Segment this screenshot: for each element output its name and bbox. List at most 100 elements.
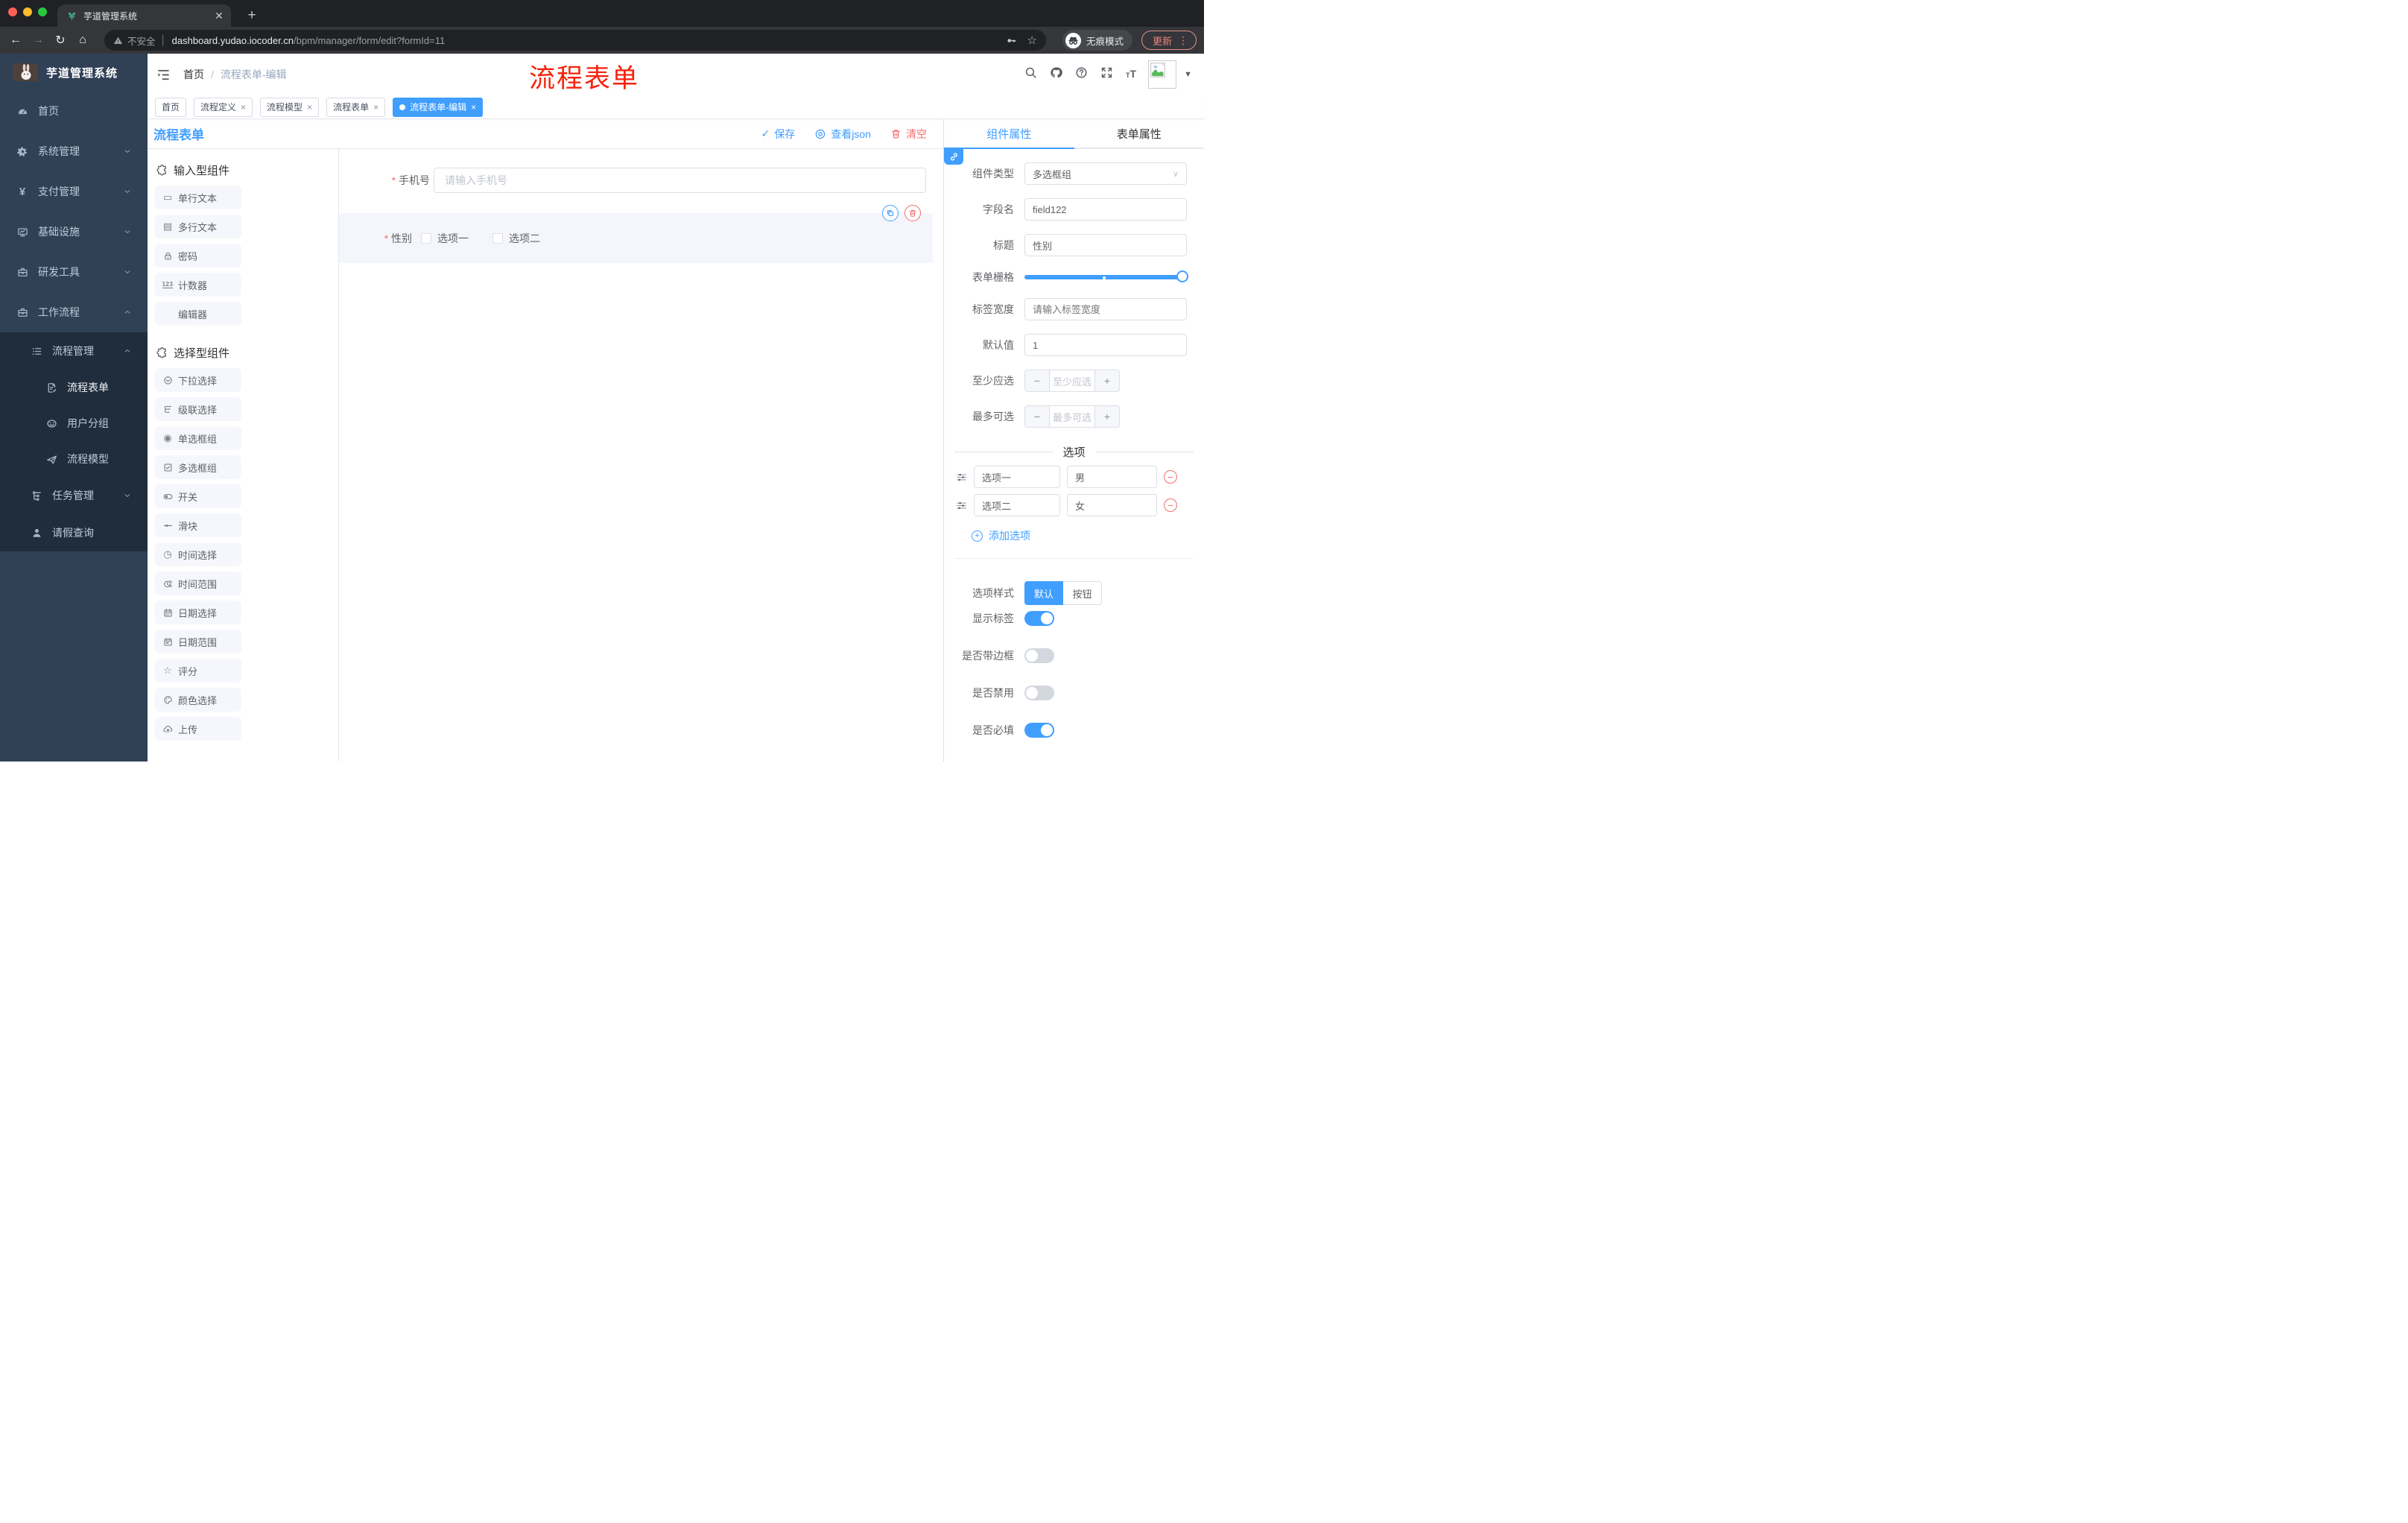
option-name-input[interactable] (974, 466, 1060, 488)
update-button[interactable]: 更新 ⋮ (1141, 31, 1197, 50)
checkbox[interactable] (421, 232, 431, 244)
sidebar-item-请假查询[interactable]: 请假查询 (0, 514, 148, 551)
style-default-button[interactable]: 默认 (1024, 581, 1063, 605)
sidebar-item-支付管理[interactable]: ¥ 支付管理 (0, 171, 148, 212)
component-级联选择[interactable]: 级联选择 (155, 397, 241, 421)
component-单选框组[interactable]: ◉ 单选框组 (155, 426, 241, 450)
toggle-switch[interactable] (1024, 648, 1054, 663)
gender-field-row-selected[interactable]: 性别 选项一 选项二 (339, 205, 933, 263)
drag-handle-icon[interactable] (956, 472, 967, 483)
fullscreen-button[interactable] (1100, 66, 1113, 83)
component-下拉选择[interactable]: 下拉选择 (155, 368, 241, 392)
default-value-input[interactable] (1024, 334, 1187, 356)
remove-option-button[interactable]: − (1164, 498, 1177, 512)
tag-close-icon[interactable]: × (373, 102, 378, 113)
plus-button[interactable]: + (1094, 406, 1119, 427)
address-bar[interactable]: 不安全 | dashboard.yudao.iocoder.cn/bpm/man… (104, 30, 1046, 51)
link-chain-icon[interactable] (944, 149, 963, 165)
field-name-input[interactable] (1024, 198, 1187, 221)
component-上传[interactable]: 上传 (155, 717, 241, 741)
toggle-switch[interactable] (1024, 611, 1054, 626)
component-计数器[interactable]: 123 计数器 (155, 273, 241, 297)
gender-option-选项二[interactable]: 选项二 (492, 231, 540, 246)
plus-button[interactable]: + (1094, 370, 1119, 391)
phone-field-row[interactable]: 手机号 (339, 168, 943, 193)
component-多行文本[interactable]: ▤ 多行文本 (155, 215, 241, 238)
option-name-input[interactable] (974, 494, 1060, 516)
bookmark-star-icon[interactable]: ☆ (1027, 34, 1037, 47)
sidebar-item-研发工具[interactable]: 研发工具 (0, 252, 148, 292)
component-时间选择[interactable]: ◷ 时间选择 (155, 542, 241, 566)
forward-icon[interactable]: → (27, 30, 49, 51)
label-width-input[interactable] (1024, 298, 1187, 320)
component-日期选择[interactable]: 日期选择 (155, 601, 241, 624)
breadcrumb-home[interactable]: 首页 (183, 67, 204, 82)
security-label[interactable]: 不安全 (127, 34, 156, 48)
component-评分[interactable]: ☆ 评分 (155, 659, 241, 683)
tag-流程表单-编辑[interactable]: 流程表单-编辑 × (393, 97, 484, 117)
search-button[interactable] (1024, 66, 1037, 83)
component-颜色选择[interactable]: 颜色选择 (155, 688, 241, 712)
tag-流程模型[interactable]: 流程模型 × (260, 97, 320, 117)
tag-close-icon[interactable]: × (241, 102, 246, 113)
avatar[interactable] (1148, 60, 1177, 89)
component-开关[interactable]: 开关 (155, 484, 241, 508)
tab-component-props[interactable]: 组件属性 (944, 119, 1074, 149)
grid-slider[interactable] (1024, 270, 1188, 283)
font-size-button[interactable]: TT (1126, 68, 1136, 81)
tag-流程定义[interactable]: 流程定义 × (194, 97, 253, 117)
tag-首页[interactable]: 首页 (155, 97, 187, 117)
view-json-button[interactable]: 查看json (814, 127, 871, 142)
component-编辑器[interactable]: 编辑器 (155, 302, 241, 326)
component-type-select[interactable]: 多选框组 ∨ (1024, 162, 1187, 185)
save-button[interactable]: ✓ 保存 (761, 127, 796, 142)
not-secure-warning-icon[interactable] (113, 36, 123, 45)
tab-form-props[interactable]: 表单属性 (1074, 119, 1205, 148)
form-canvas[interactable]: 手机号 性别 选项一 选项二 (339, 149, 943, 762)
minus-button[interactable]: − (1025, 406, 1050, 427)
phone-input[interactable] (434, 168, 926, 193)
copy-component-button[interactable] (882, 205, 899, 221)
title-input[interactable] (1024, 234, 1187, 256)
remove-option-button[interactable]: − (1164, 470, 1177, 484)
traffic-light-minimize[interactable] (23, 7, 32, 16)
sidebar-item-用户分组[interactable]: 用户分组 (0, 405, 148, 441)
sidebar-item-任务管理[interactable]: 任务管理 (0, 477, 148, 514)
component-单行文本[interactable]: ▭ 单行文本 (155, 186, 241, 209)
kebab-menu-icon[interactable]: ⋮ (1178, 34, 1188, 47)
tag-close-icon[interactable]: × (307, 102, 312, 113)
drag-handle-icon[interactable] (956, 500, 967, 511)
url-text[interactable]: dashboard.yudao.iocoder.cn/bpm/manager/f… (172, 35, 995, 46)
component-滑块[interactable]: 滑块 (155, 513, 241, 537)
traffic-light-zoom[interactable] (38, 7, 47, 16)
component-时间范围[interactable]: 时间范围 (155, 571, 241, 595)
toggle-switch[interactable] (1024, 723, 1054, 738)
back-icon[interactable]: ← (4, 30, 27, 51)
question-button[interactable] (1075, 66, 1088, 83)
slider-handle[interactable] (1176, 270, 1188, 282)
clear-button[interactable]: 清空 (890, 127, 927, 142)
tag-close-icon[interactable]: × (471, 102, 476, 113)
sidebar-item-基础设施[interactable]: 基础设施 (0, 212, 148, 252)
tag-流程表单[interactable]: 流程表单 × (326, 97, 386, 117)
component-密码[interactable]: 密码 (155, 244, 241, 267)
component-日期范围[interactable]: 日期范围 (155, 630, 241, 653)
browser-tab[interactable]: 芋道管理系统 ✕ (57, 4, 231, 27)
home-icon[interactable]: ⌂ (72, 30, 94, 51)
github-button[interactable] (1050, 66, 1062, 83)
traffic-light-close[interactable] (8, 7, 17, 16)
key-icon[interactable] (1006, 35, 1017, 46)
reload-icon[interactable]: ↻ (49, 30, 72, 51)
gender-option-选项一[interactable]: 选项一 (421, 231, 469, 246)
sidebar-item-首页[interactable]: 首页 (0, 91, 148, 131)
sidebar-item-工作流程[interactable]: 工作流程 (0, 292, 148, 332)
minus-button[interactable]: − (1025, 370, 1050, 391)
sidebar-item-流程表单[interactable]: 流程表单 (0, 370, 148, 405)
toggle-switch[interactable] (1024, 685, 1054, 700)
checkbox[interactable] (492, 232, 503, 244)
tab-close-icon[interactable]: ✕ (213, 10, 225, 22)
component-多选框组[interactable]: 多选框组 (155, 455, 241, 479)
option-value-input[interactable] (1067, 494, 1157, 516)
new-tab-button[interactable]: + (241, 5, 262, 26)
style-button-button[interactable]: 按钮 (1063, 581, 1102, 605)
